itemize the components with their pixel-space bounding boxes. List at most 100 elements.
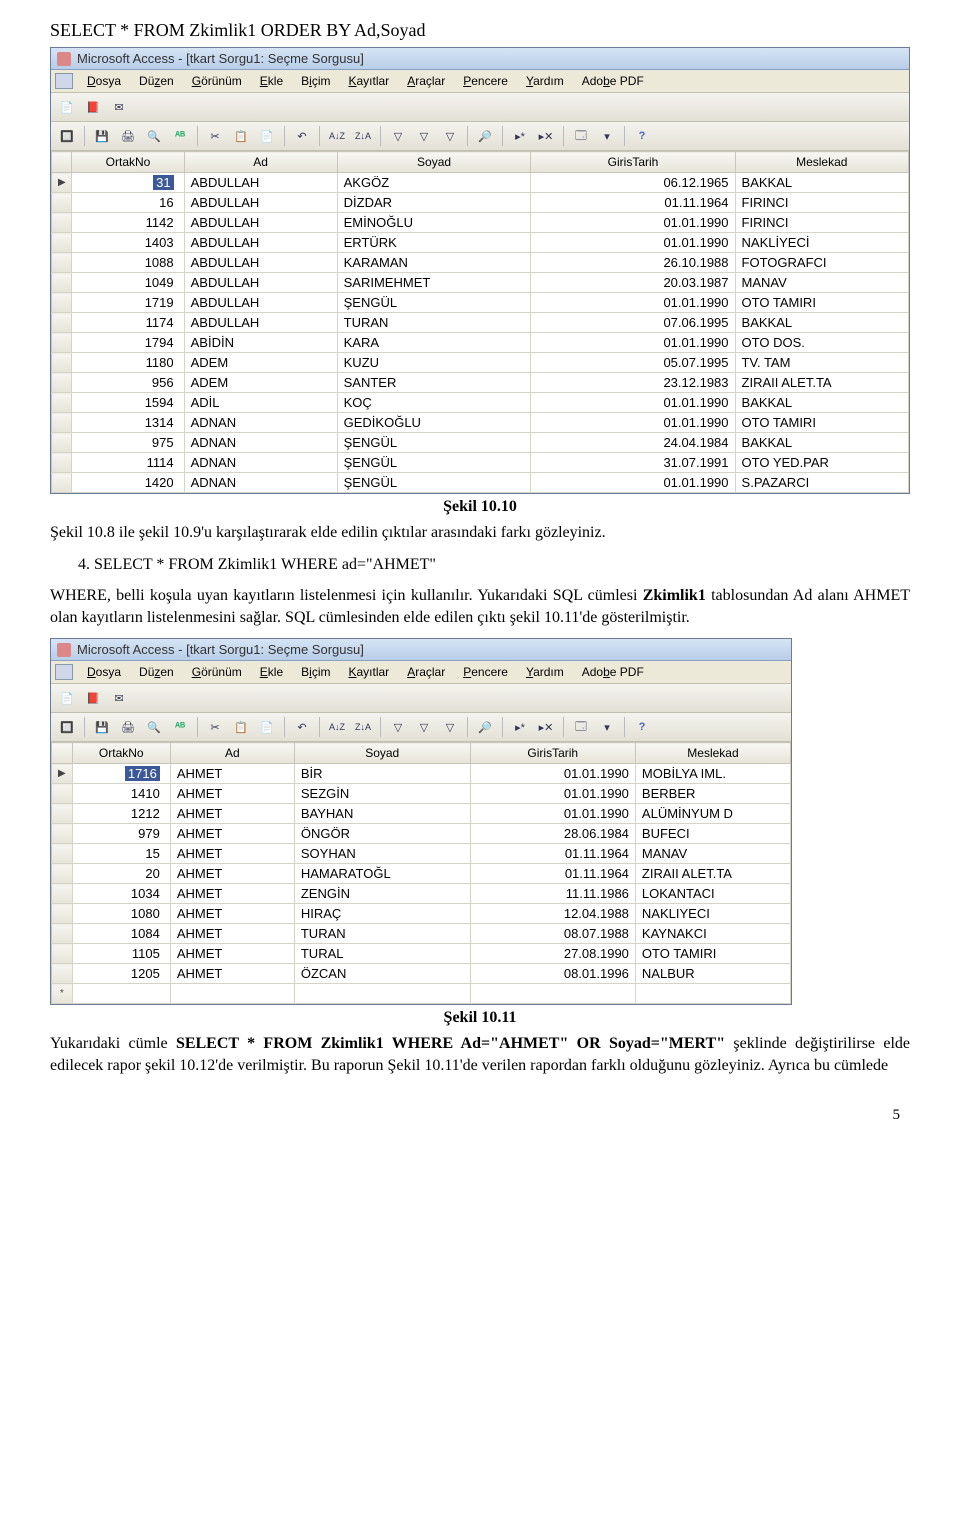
filter-sel-icon[interactable]: ▽ (386, 125, 410, 147)
row-selector-cell[interactable] (52, 413, 72, 433)
cell-ad[interactable]: ABDULLAH (184, 213, 337, 233)
table-row[interactable]: 1049ABDULLAHSARIMEHMET20.03.1987MANAV (52, 273, 909, 293)
cell-ad[interactable]: AHMET (170, 764, 294, 784)
menu-araclar-2[interactable]: Araçlar (399, 663, 453, 681)
table-row[interactable]: 1403ABDULLAHERTÜRK01.01.1990NAKLİYECİ (52, 233, 909, 253)
cell-soyad[interactable]: ŞENGÜL (337, 293, 531, 313)
row-selector-cell[interactable] (52, 333, 72, 353)
cell-ortakno[interactable]: 1180 (72, 353, 184, 373)
menu-bicim-2[interactable]: Biçim (293, 663, 338, 681)
cell-soyad[interactable]: KARAMAN (337, 253, 531, 273)
cell-ortakno[interactable]: 1212 (72, 804, 170, 824)
row-selector-cell[interactable] (52, 393, 72, 413)
cell-ortakno[interactable]: 1594 (72, 393, 184, 413)
table-row[interactable]: 15AHMETSOYHAN01.11.1964MANAV (52, 844, 791, 864)
sort-desc-icon[interactable]: Z↓A (351, 125, 375, 147)
row-selector-cell[interactable] (52, 824, 73, 844)
menu-yardim-2[interactable]: Yardım (518, 663, 572, 681)
col-ortakno[interactable]: OrtakNo (72, 152, 184, 173)
cut-icon-2[interactable]: ✂ (203, 716, 227, 738)
cell-ad[interactable]: ADEM (184, 353, 337, 373)
cell-meslek[interactable]: ZIRAII ALET.TA (635, 864, 790, 884)
view-icon-2[interactable]: 🔲 (55, 716, 79, 738)
col-giristarih[interactable]: GirisTarih (531, 152, 735, 173)
cell-tarih[interactable]: 01.01.1990 (531, 233, 735, 253)
cell-tarih[interactable]: 01.11.1964 (470, 844, 635, 864)
cell-ortakno[interactable]: 1142 (72, 213, 184, 233)
new-rec-icon-2[interactable]: ▸* (508, 716, 532, 738)
data-grid-1[interactable]: OrtakNo Ad Soyad GirisTarih Meslekad ▶31… (51, 151, 909, 493)
row-selector-cell[interactable] (52, 233, 72, 253)
menu-kayitlar-2[interactable]: Kayıtlar (340, 663, 397, 681)
cell-meslek[interactable]: ALÜMİNYUM D (635, 804, 790, 824)
cell-tarih[interactable]: 12.04.1988 (470, 904, 635, 924)
cell-soyad[interactable]: KARA (337, 333, 531, 353)
cell-soyad[interactable]: ÖZCAN (294, 964, 470, 984)
save-icon[interactable]: 💾 (90, 125, 114, 147)
toolbar-mail-icon[interactable]: ✉ (107, 96, 131, 118)
cell-soyad[interactable]: BİR (294, 764, 470, 784)
row-selector-cell[interactable] (52, 453, 72, 473)
print-icon[interactable]: 🖨 (116, 125, 140, 147)
cell-meslek[interactable]: OTO DOS. (735, 333, 908, 353)
cell-tarih[interactable]: 01.11.1964 (470, 864, 635, 884)
cell-ad[interactable]: AHMET (170, 904, 294, 924)
find-icon[interactable]: 🔎 (473, 125, 497, 147)
cell-soyad[interactable]: KUZU (337, 353, 531, 373)
cell-tarih[interactable]: 08.01.1996 (470, 964, 635, 984)
table-row[interactable]: 1114ADNANŞENGÜL31.07.1991OTO YED.PAR (52, 453, 909, 473)
cell-meslek[interactable]: MOBİLYA IML. (635, 764, 790, 784)
cell-soyad[interactable]: SEZGİN (294, 784, 470, 804)
cell-ortakno[interactable]: 956 (72, 373, 184, 393)
cell-meslek[interactable]: MANAV (635, 844, 790, 864)
window-menu-icon-2[interactable] (55, 664, 73, 680)
menu-dosya-2[interactable]: Dosya (79, 663, 129, 681)
cell-ad[interactable]: ABDULLAH (184, 193, 337, 213)
toolbar-pdf2-icon-2[interactable]: 📕 (81, 687, 105, 709)
window-menu-icon[interactable] (55, 73, 73, 89)
cell-meslek[interactable]: OTO YED.PAR (735, 453, 908, 473)
empty-cell[interactable] (470, 984, 635, 1004)
cut-icon[interactable]: ✂ (203, 125, 227, 147)
db-window-icon[interactable]: 🗔 (569, 125, 593, 147)
del-rec-icon-2[interactable]: ▸✕ (534, 716, 558, 738)
row-selector-cell[interactable] (52, 353, 72, 373)
row-selector-cell[interactable] (52, 253, 72, 273)
col-soyad-2[interactable]: Soyad (294, 743, 470, 764)
cell-ad[interactable]: ADEM (184, 373, 337, 393)
cell-ortakno[interactable]: 1716 (72, 764, 170, 784)
col-ad[interactable]: Ad (184, 152, 337, 173)
cell-soyad[interactable]: ŞENGÜL (337, 433, 531, 453)
cell-ortakno[interactable]: 1410 (72, 784, 170, 804)
cell-soyad[interactable]: ÖNGÖR (294, 824, 470, 844)
menu-duzen-2[interactable]: Düzen (131, 663, 182, 681)
cell-ad[interactable]: ADİL (184, 393, 337, 413)
cell-soyad[interactable]: ŞENGÜL (337, 473, 531, 493)
cell-ortakno[interactable]: 1794 (72, 333, 184, 353)
cell-ortakno[interactable]: 1205 (72, 964, 170, 984)
cell-meslek[interactable]: FOTOGRAFCI (735, 253, 908, 273)
cell-meslek[interactable]: NAKLIYECI (635, 904, 790, 924)
cell-soyad[interactable]: SANTER (337, 373, 531, 393)
save-icon-2[interactable]: 💾 (90, 716, 114, 738)
cell-ortakno[interactable]: 1105 (72, 944, 170, 964)
menu-gorunum[interactable]: Görünüm (184, 72, 250, 90)
cell-meslek[interactable]: TV. TAM (735, 353, 908, 373)
cell-ortakno[interactable]: 16 (72, 193, 184, 213)
help-icon-2[interactable]: ? (630, 716, 654, 738)
cell-soyad[interactable]: DİZDAR (337, 193, 531, 213)
menu-bicim[interactable]: Biçim (293, 72, 338, 90)
row-selector-cell[interactable] (52, 193, 72, 213)
col-soyad[interactable]: Soyad (337, 152, 531, 173)
cell-meslek[interactable]: NAKLİYECİ (735, 233, 908, 253)
cell-tarih[interactable]: 01.01.1990 (470, 764, 635, 784)
menu-yardim[interactable]: Yardım (518, 72, 572, 90)
cell-tarih[interactable]: 24.04.1984 (531, 433, 735, 453)
cell-meslek[interactable]: NALBUR (635, 964, 790, 984)
cell-ad[interactable]: AHMET (170, 784, 294, 804)
toolbar-pdf-icon-2[interactable]: 📄 (55, 687, 79, 709)
cell-meslek[interactable]: OTO TAMIRI (735, 293, 908, 313)
table-row[interactable]: 1088ABDULLAHKARAMAN26.10.1988FOTOGRAFCI (52, 253, 909, 273)
cell-tarih[interactable]: 20.03.1987 (531, 273, 735, 293)
cell-meslek[interactable]: BERBER (635, 784, 790, 804)
